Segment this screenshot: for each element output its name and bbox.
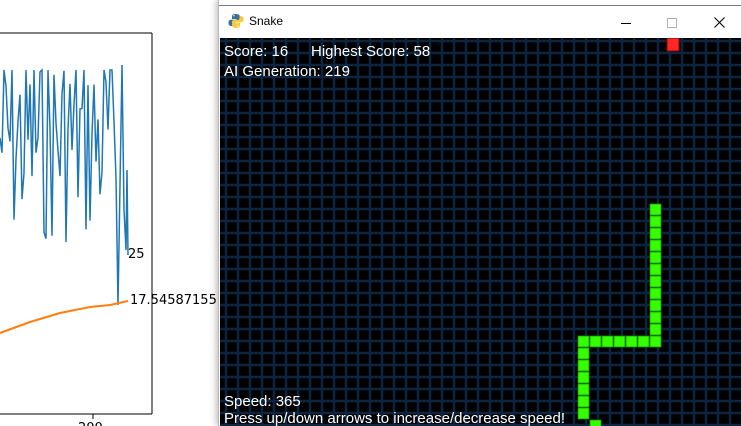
snake-segment [649,251,662,264]
snake-segment [649,263,662,276]
food-pellet [666,38,680,52]
maximize-icon [667,13,677,32]
game-canvas[interactable]: Score: 16 Highest Score: 58 AI Generatio… [220,38,741,426]
snake-segment [577,347,590,360]
close-button[interactable] [696,6,741,39]
snake-segment [577,371,590,384]
score-line [0,64,129,306]
plot-window: 25 17.54587155 200 [0,0,220,426]
snake-segment [601,335,614,348]
snake-segment [577,359,590,372]
snake-segment [589,335,602,348]
speed-label: Speed: 365 [224,393,301,410]
snake-segment [577,395,590,408]
python-icon [228,13,244,29]
plot-canvas: 25 17.54587155 200 [0,32,217,426]
snake-segment [577,383,590,396]
snake-segment [589,419,602,426]
score-series [0,64,129,306]
generation-label: AI Generation: 219 [224,63,350,80]
snake-segment [649,215,662,228]
snake-segment [649,275,662,288]
minimize-button[interactable] [603,6,649,39]
snake-segment [649,311,662,324]
snake-segment [649,227,662,240]
speed-hint-label: Press up/down arrows to increase/decreas… [224,410,566,426]
minimize-icon [621,13,631,32]
snake-segment [649,299,662,312]
title-bar[interactable]: Snake [219,5,741,39]
score-value-label: 25 [128,247,145,262]
snake-segment [649,239,662,252]
mean-value-label: 17.54587155 [130,293,217,308]
score-label: Score: 16 [224,43,289,60]
close-icon [713,13,725,32]
mean-score-series [0,300,129,334]
snake-window: Snake Score: 16 Highest Score: 58 AI Gen… [218,0,741,426]
snake-segment [613,335,626,348]
highest-score-label: Highest Score: 58 [311,43,431,60]
mean-score-line [0,300,129,334]
snake-segment [577,335,590,348]
x-tick-label: 200 [78,421,103,426]
snake-segment [649,335,662,348]
snake-segment [649,203,662,216]
game-board [220,38,741,426]
snake [577,203,662,426]
snake-segment [637,335,650,348]
snake-segment [577,407,590,420]
snake-segment [625,335,638,348]
window-title: Snake [249,14,284,28]
snake-segment [649,323,662,336]
maximize-button[interactable] [649,6,695,39]
snake-segment [649,287,662,300]
grid-lines [220,38,741,426]
